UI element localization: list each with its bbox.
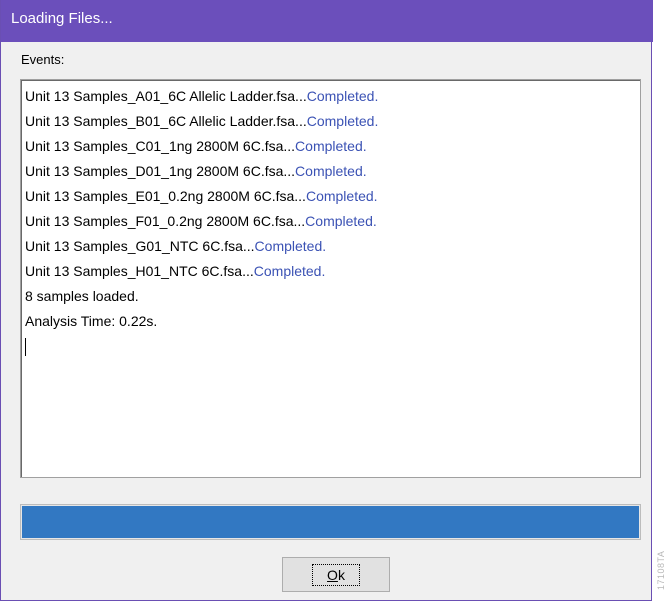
log-file: Unit 13 Samples_D01_1ng 2800M 6C.fsa... xyxy=(25,163,296,179)
log-status: Completed. xyxy=(306,88,379,104)
log-line: Unit 13 Samples_A01_6C Allelic Ladder.fs… xyxy=(25,86,640,111)
log-line: Unit 13 Samples_F01_0.2ng 2800M 6C.fsa..… xyxy=(25,211,640,236)
dialog-title: Loading Files... xyxy=(11,10,113,27)
log-status: Completed. xyxy=(254,238,327,254)
log-file: Unit 13 Samples_H01_NTC 6C.fsa... xyxy=(25,263,254,279)
log-file: Unit 13 Samples_C01_1ng 2800M 6C.fsa... xyxy=(25,138,296,154)
ok-button-label: Ok xyxy=(312,563,360,586)
ok-label-rest: k xyxy=(337,566,345,583)
title-bar: Loading Files... xyxy=(1,0,653,42)
log-file: Unit 13 Samples_F01_0.2ng 2800M 6C.fsa..… xyxy=(25,213,306,229)
log-line: Unit 13 Samples_E01_0.2ng 2800M 6C.fsa..… xyxy=(25,186,640,211)
log-status: Completed. xyxy=(295,138,367,154)
log-status: Completed. xyxy=(295,163,367,179)
log-file: Unit 13 Samples_G01_NTC 6C.fsa... xyxy=(25,238,255,254)
ok-button[interactable]: Ok xyxy=(282,557,390,592)
loading-files-dialog: Loading Files... Events: Unit 13 Samples… xyxy=(0,0,653,601)
log-status: Completed. xyxy=(253,263,326,279)
samples-loaded-text: 8 samples loaded. xyxy=(25,288,139,304)
log-file: Unit 13 Samples_B01_6C Allelic Ladder.fs… xyxy=(25,113,307,129)
log-line: Unit 13 Samples_C01_1ng 2800M 6C.fsa...C… xyxy=(25,136,640,161)
text-caret xyxy=(25,338,26,356)
log-line: Unit 13 Samples_G01_NTC 6C.fsa...Complet… xyxy=(25,236,640,261)
log-line: Unit 13 Samples_H01_NTC 6C.fsa...Complet… xyxy=(25,261,640,286)
analysis-time-text: Analysis Time: 0.22s. xyxy=(25,313,158,329)
events-log[interactable]: Unit 13 Samples_A01_6C Allelic Ladder.fs… xyxy=(20,79,641,478)
log-line: Unit 13 Samples_B01_6C Allelic Ladder.fs… xyxy=(25,111,640,136)
progress-bar xyxy=(20,504,641,540)
log-file: Unit 13 Samples_A01_6C Allelic Ladder.fs… xyxy=(25,88,307,104)
progress-fill xyxy=(22,506,639,538)
log-status: Completed. xyxy=(305,213,377,229)
log-file: Unit 13 Samples_E01_0.2ng 2800M 6C.fsa..… xyxy=(25,188,306,204)
ok-mnemonic: O xyxy=(327,566,338,583)
log-status: Completed. xyxy=(305,188,378,204)
log-line: Unit 13 Samples_D01_1ng 2800M 6C.fsa...C… xyxy=(25,161,640,186)
log-status: Completed. xyxy=(306,113,379,129)
events-label: Events: xyxy=(21,52,65,67)
figure-code: 17108TA xyxy=(656,550,666,590)
